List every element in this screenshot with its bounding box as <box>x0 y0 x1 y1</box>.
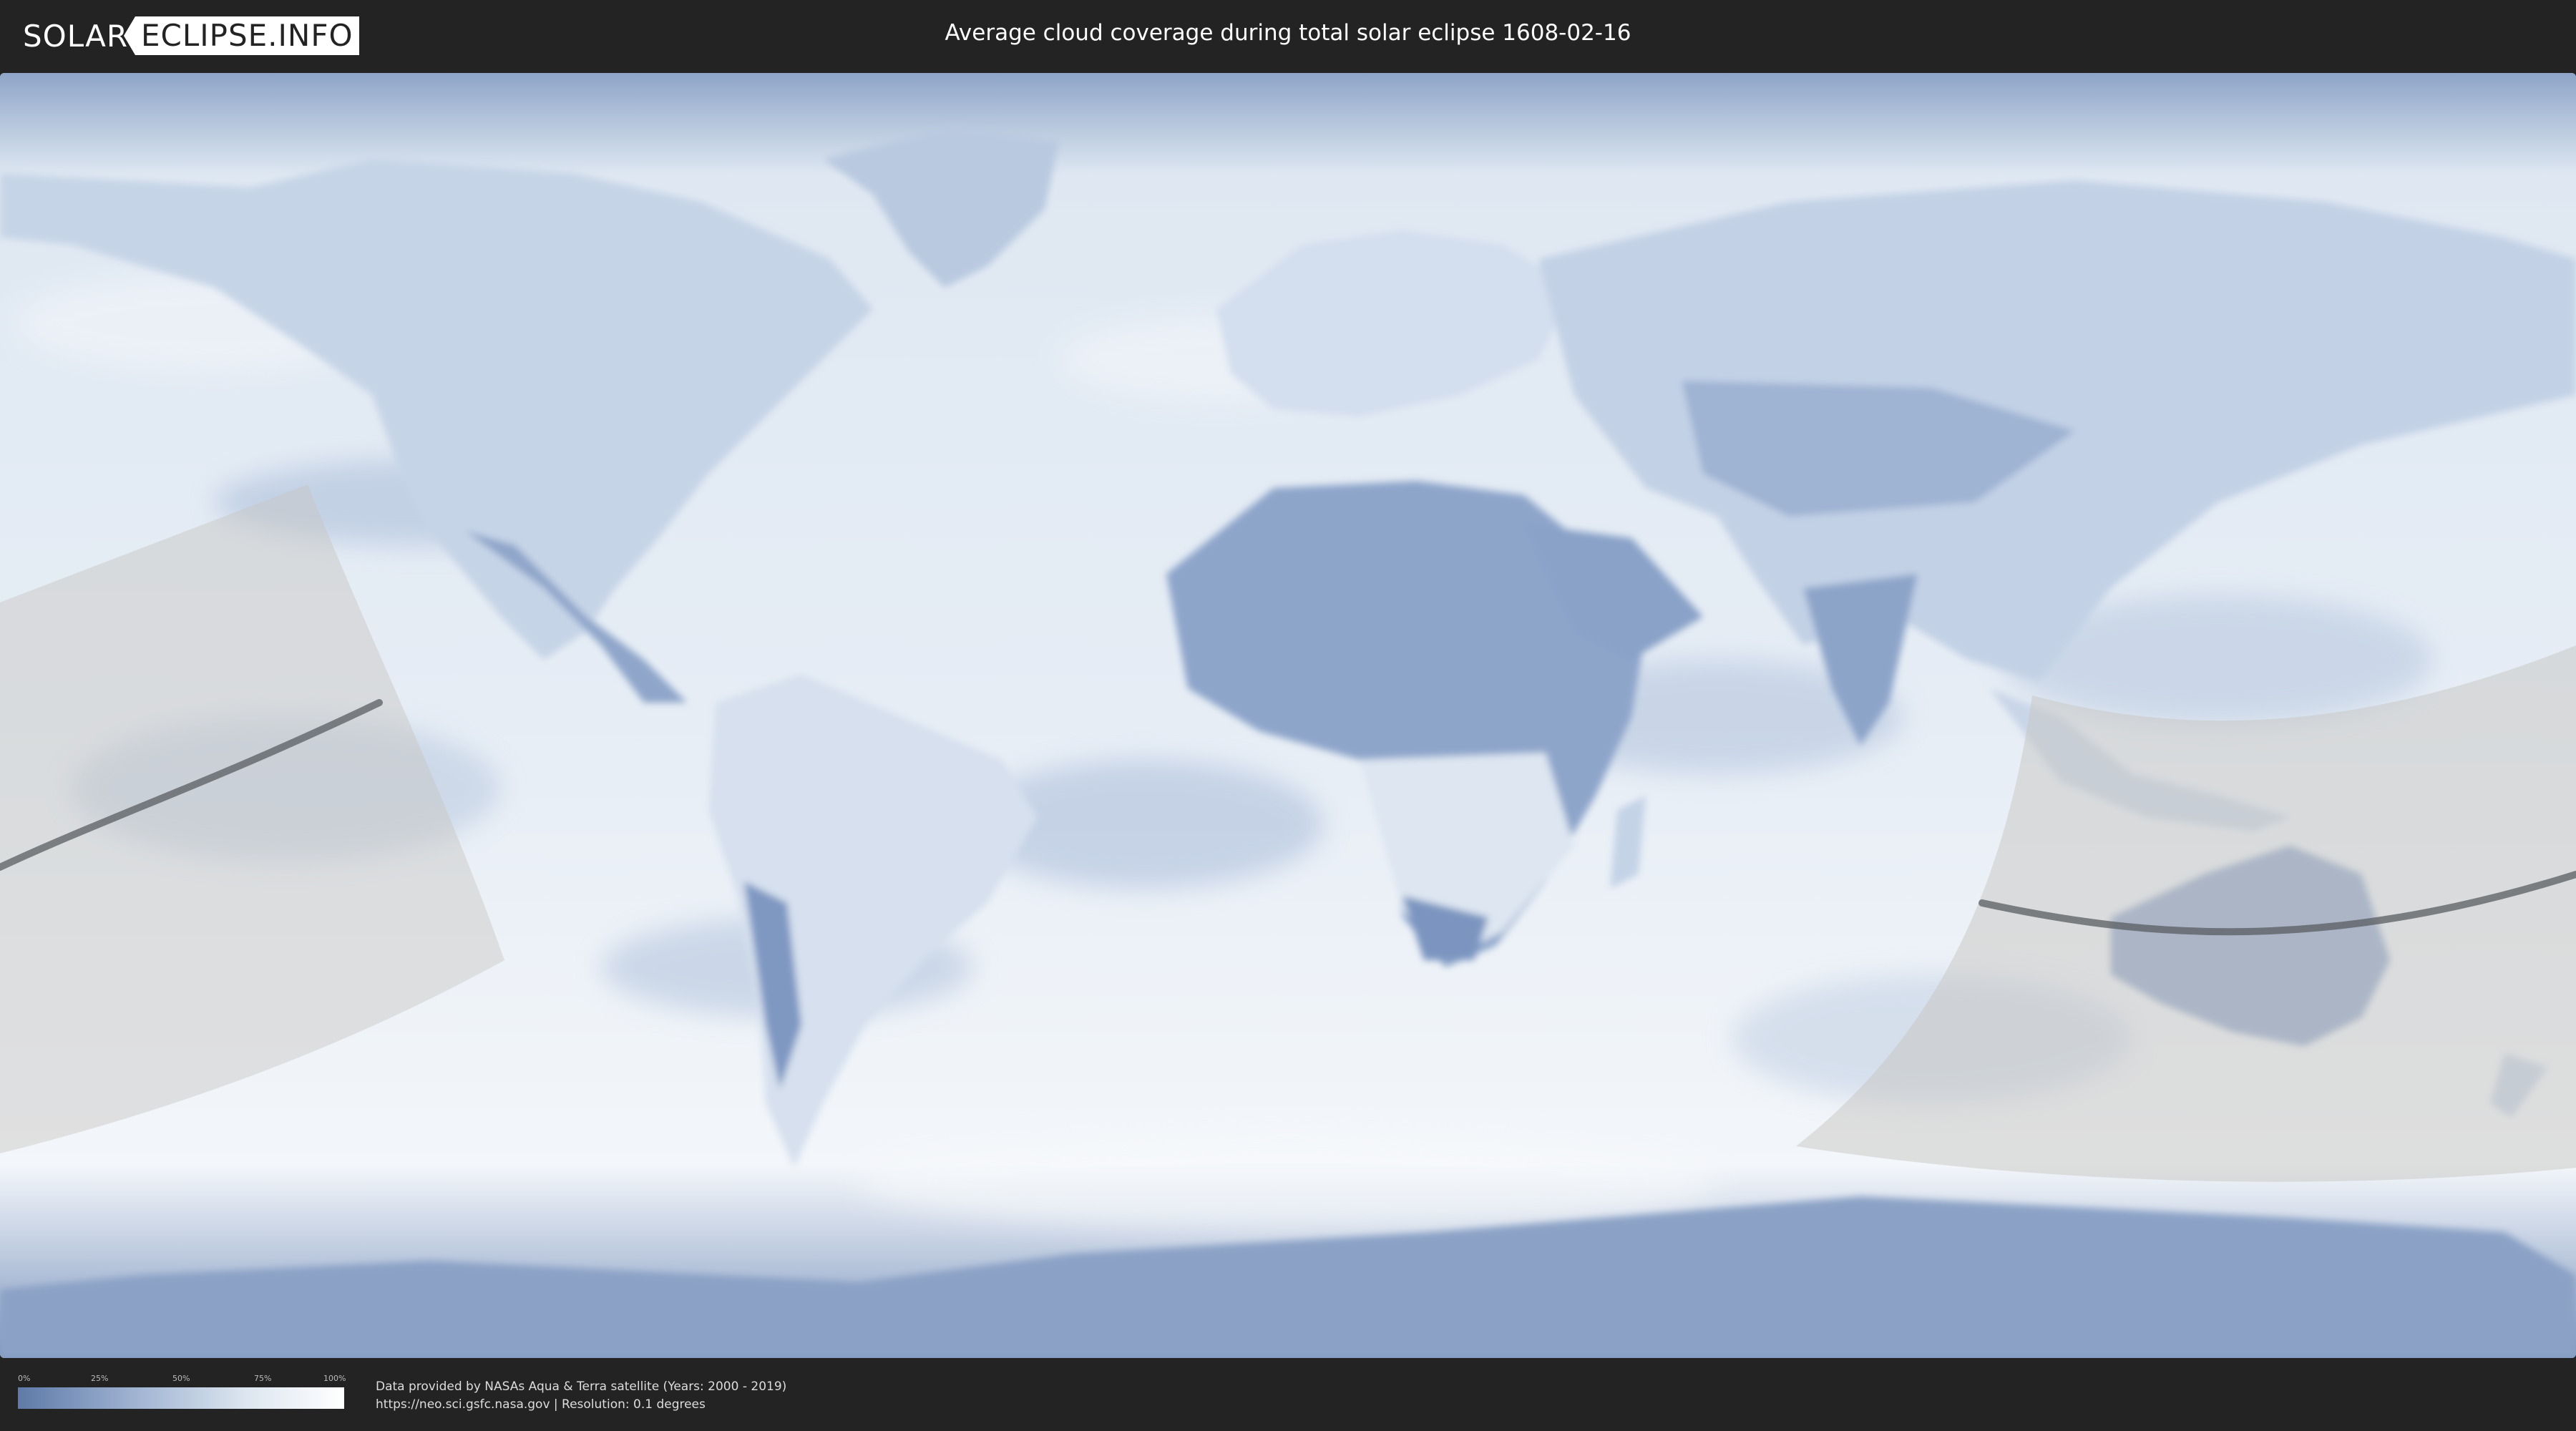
cloud-coverage-legend: 0% 25% 50% 75% 100% <box>18 1374 346 1409</box>
credit-line-source: Data provided by NASAs Aqua & Terra sate… <box>376 1379 787 1394</box>
legend-tick-75: 75% <box>254 1374 272 1383</box>
world-map-svg <box>0 73 2576 1358</box>
legend-tick-labels: 0% 25% 50% 75% 100% <box>18 1374 346 1385</box>
page-title: Average cloud coverage during total sola… <box>945 20 1631 46</box>
legend-tick-0: 0% <box>18 1374 31 1383</box>
data-credits: Data provided by NASAs Aqua & Terra sate… <box>376 1378 786 1414</box>
legend-tick-50: 50% <box>172 1374 190 1383</box>
credit-line-url[interactable]: https://neo.sci.gsfc.nasa.gov | Resoluti… <box>376 1396 786 1414</box>
header-bar: SOLAR ECLIPSE.INFO Average cloud coverag… <box>0 0 2576 73</box>
legend-color-bar <box>18 1387 344 1409</box>
legend-tick-25: 25% <box>91 1374 109 1383</box>
cloud-coverage-map[interactable] <box>0 73 2576 1358</box>
legend-tick-100: 100% <box>323 1374 346 1383</box>
